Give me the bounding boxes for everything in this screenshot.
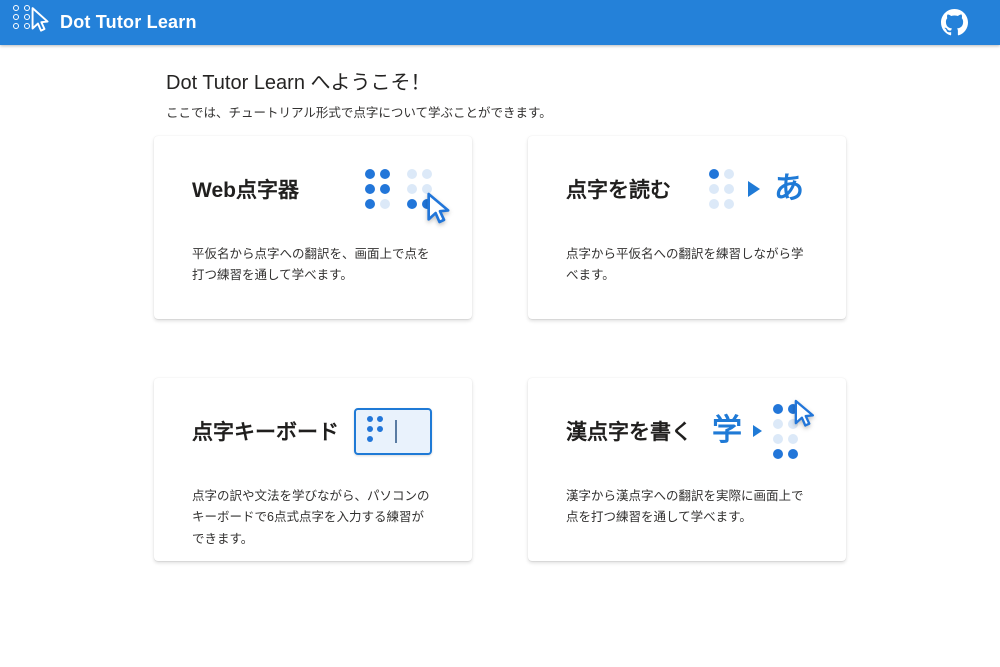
card-header: 点字キーボード: [192, 398, 434, 464]
welcome-section: Dot Tutor Learn へようこそ！ ここでは、チュートリアル形式で点字…: [166, 66, 846, 121]
card-title: 漢点字を書く: [566, 416, 692, 446]
card-header: 漢点字を書く 学: [566, 398, 808, 464]
card-web-braille-slate[interactable]: Web点字器 平仮名から点字への翻訳を、画面上で点を打つ練習を通して学べます。: [154, 136, 472, 319]
card-read-braille[interactable]: 点字を読む あ 点字から平仮名への翻訳を練習しながら学べます。: [528, 136, 846, 319]
braille-cell: [367, 416, 383, 446]
app-title: Dot Tutor Learn: [60, 12, 197, 33]
kanji-braille-write-icon: 学: [712, 404, 798, 459]
cursor-icon: [790, 398, 818, 432]
braille-read-icon: あ: [709, 169, 804, 209]
card-description: 漢字から漢点字への翻訳を実際に画面上で点を打つ練習を通して学べます。: [566, 486, 808, 529]
text-caret-icon: [395, 420, 397, 443]
arrow-right-icon: [748, 181, 760, 197]
card-description: 平仮名から点字への翻訳を、画面上で点を打つ練習を通して学べます。: [192, 244, 434, 287]
card-header: 点字を読む あ: [566, 156, 808, 222]
braille-cell: [709, 169, 734, 209]
braille-cell-wrap: [773, 404, 798, 459]
cursor-icon: [26, 6, 52, 36]
card-write-kanji-braille[interactable]: 漢点字を書く 学 漢字から漢点字への翻訳を実際に画面上で点を打つ練習を通して学べ…: [528, 378, 846, 561]
main-content: Dot Tutor Learn へようこそ！ ここでは、チュートリアル形式で点字…: [154, 66, 846, 561]
page-title: Dot Tutor Learn へようこそ！: [166, 66, 846, 95]
card-title: 点字を読む: [566, 174, 671, 204]
braille-keyboard-icon: [354, 408, 432, 455]
card-braille-keyboard[interactable]: 点字キーボード 点字の訳や文法を学びながら、パソコンのキーボードで6点式点字を入…: [154, 378, 472, 561]
card-header: Web点字器: [192, 156, 434, 222]
braille-slate-icon: [365, 169, 432, 209]
card-description: 点字の訳や文法を学びながら、パソコンのキーボードで6点式点字を入力する練習ができ…: [192, 486, 434, 550]
page-subtitle: ここでは、チュートリアル形式で点字について学ぶことができます。: [166, 102, 846, 121]
cursor-icon: [422, 191, 454, 229]
github-icon: [941, 9, 968, 36]
braille-cell: [365, 169, 390, 209]
app-logo: [13, 5, 51, 41]
github-link[interactable]: [938, 7, 970, 39]
kanji-source-char: 学: [712, 416, 742, 446]
cards-grid: Web点字器 平仮名から点字への翻訳を、画面上で点を打つ練習を通して学べます。 …: [154, 136, 846, 561]
arrow-right-icon: [753, 425, 762, 437]
card-title: Web点字器: [192, 174, 299, 204]
card-title: 点字キーボード: [192, 416, 339, 446]
hiragana-result-char: あ: [774, 174, 804, 204]
app-header: Dot Tutor Learn: [0, 0, 1000, 45]
card-description: 点字から平仮名への翻訳を練習しながら学べます。: [566, 244, 808, 287]
